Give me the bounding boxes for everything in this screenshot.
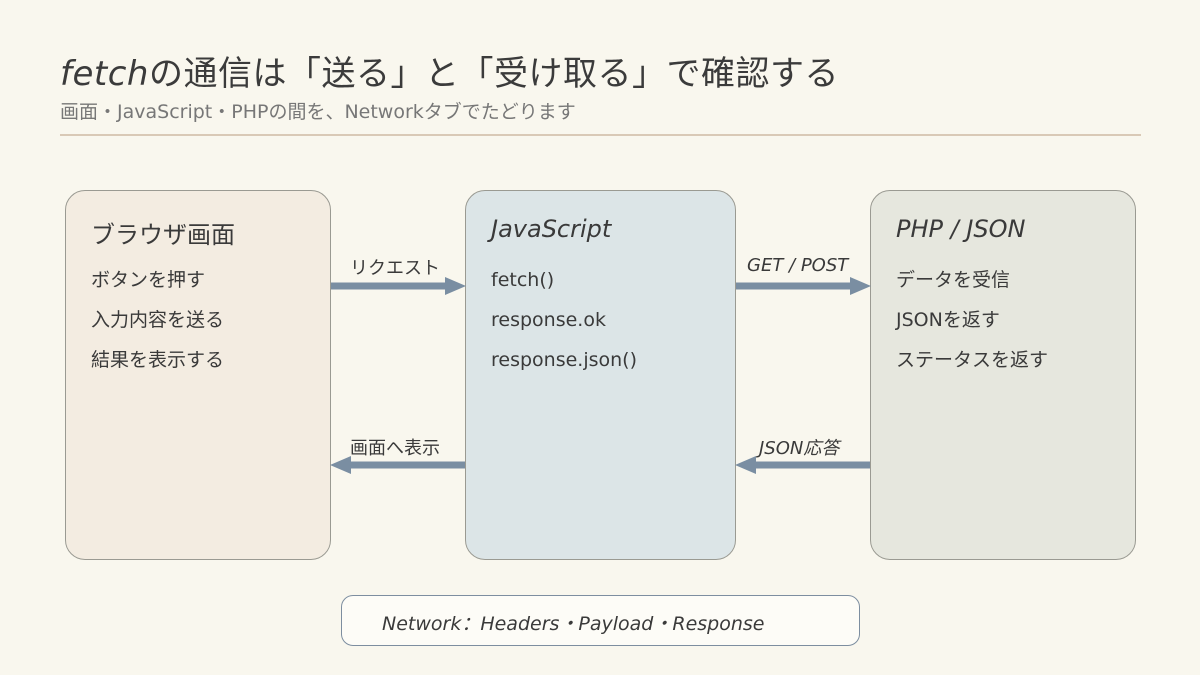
get-post-arrow — [736, 277, 871, 295]
network-tab-note: Network：Headers・Payload・Response — [341, 595, 860, 646]
request-label: リクエスト — [350, 258, 440, 279]
display-label: 画面へ表示 — [350, 438, 440, 459]
flow-arrows — [330, 277, 871, 474]
network-tab-note-text: Network：Headers・Payload・Response — [382, 613, 765, 635]
get-post-label: GET / POST — [747, 255, 849, 276]
json-response-label: JSON応答 — [759, 438, 840, 459]
